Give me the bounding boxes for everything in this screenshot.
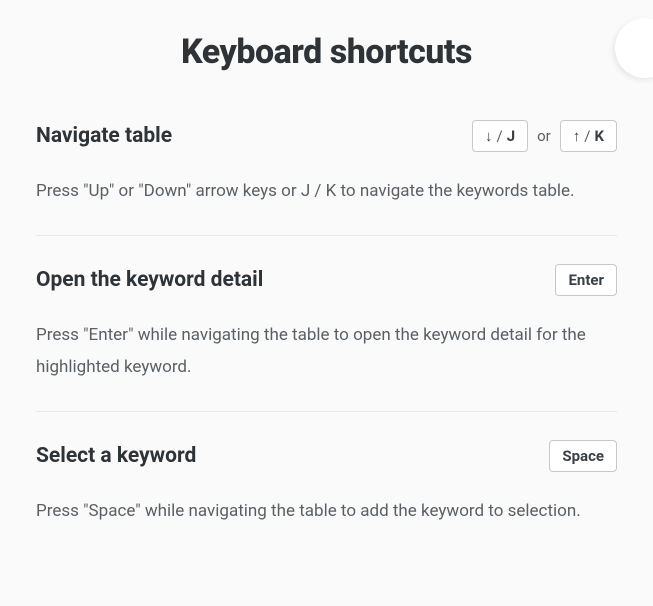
section-title: Navigate table bbox=[36, 124, 172, 148]
keys-group: Space bbox=[549, 440, 617, 472]
keys-group: Enter bbox=[555, 264, 617, 296]
key-box-down-j: ↓ / J bbox=[472, 120, 528, 152]
shortcut-section-navigate: Navigate table ↓ / J or ↑ / K Press "Up"… bbox=[36, 120, 617, 236]
shortcut-section-select: Select a keyword Space Press "Space" whi… bbox=[36, 440, 617, 555]
key-separator: / bbox=[497, 127, 503, 145]
key-letter: J bbox=[507, 127, 515, 145]
section-description: Press "Enter" while navigating the table… bbox=[36, 320, 617, 383]
section-description: Press "Space" while navigating the table… bbox=[36, 496, 617, 527]
arrow-down-icon: ↓ bbox=[485, 127, 493, 145]
corner-decoration bbox=[615, 18, 653, 78]
section-title: Select a keyword bbox=[36, 444, 196, 468]
key-letter: Enter bbox=[568, 271, 604, 289]
key-box-up-k: ↑ / K bbox=[560, 120, 617, 152]
shortcuts-panel: Keyboard shortcuts Navigate table ↓ / J … bbox=[0, 0, 653, 606]
key-box-space: Space bbox=[549, 440, 617, 472]
key-letter: Space bbox=[562, 447, 604, 465]
key-box-enter: Enter bbox=[555, 264, 617, 296]
section-description: Press "Up" or "Down" arrow keys or J / K… bbox=[36, 176, 617, 207]
section-header: Navigate table ↓ / J or ↑ / K bbox=[36, 120, 617, 152]
keys-group: ↓ / J or ↑ / K bbox=[472, 120, 617, 152]
page-title: Keyboard shortcuts bbox=[36, 32, 617, 72]
key-separator: / bbox=[584, 127, 590, 145]
section-header: Open the keyword detail Enter bbox=[36, 264, 617, 296]
arrow-up-icon: ↑ bbox=[573, 127, 581, 145]
section-header: Select a keyword Space bbox=[36, 440, 617, 472]
section-title: Open the keyword detail bbox=[36, 268, 263, 292]
keys-joiner: or bbox=[537, 127, 551, 145]
key-letter: K bbox=[594, 127, 604, 145]
shortcut-section-open-detail: Open the keyword detail Enter Press "Ent… bbox=[36, 264, 617, 412]
